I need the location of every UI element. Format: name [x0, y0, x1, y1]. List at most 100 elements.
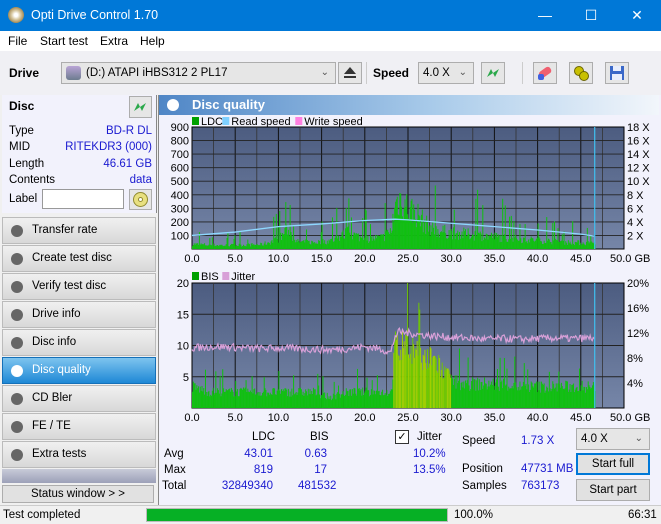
data-bar — [258, 244, 260, 249]
data-bar — [223, 388, 225, 408]
nav-fe-te[interactable]: FE / TE — [2, 413, 156, 440]
data-bar — [561, 234, 563, 249]
data-bar — [193, 383, 195, 408]
data-bar — [512, 241, 514, 249]
data-bar — [433, 355, 435, 408]
max-jitter: 13.5% — [413, 464, 446, 476]
start-full-button[interactable]: Start full — [576, 453, 650, 475]
close-button[interactable]: ✕ — [614, 0, 660, 31]
data-bar — [361, 237, 363, 249]
data-bar — [259, 392, 261, 408]
data-bar — [515, 382, 517, 408]
data-bar — [229, 388, 231, 408]
data-bar — [446, 238, 448, 249]
data-bar — [307, 240, 309, 249]
data-bar — [242, 389, 244, 408]
data-bar — [379, 235, 381, 249]
menu-help[interactable]: Help — [140, 34, 165, 48]
data-bar — [382, 389, 384, 408]
nav-cd-bler[interactable]: CD Bler — [2, 385, 156, 412]
label-input[interactable] — [42, 189, 124, 209]
start-part-button[interactable]: Start part — [576, 479, 650, 501]
data-bar — [550, 391, 552, 408]
data-bar — [230, 391, 232, 408]
data-bar — [452, 227, 454, 249]
jitter-checkbox[interactable]: ✓ — [395, 430, 409, 444]
data-bar — [226, 237, 228, 249]
data-bar — [530, 381, 532, 408]
data-bar — [208, 390, 210, 408]
data-bar — [463, 381, 465, 408]
x-tick-label: 0.0 — [184, 412, 199, 424]
drive-select[interactable]: (D:) ATAPI iHBS312 2 PL17 ⌄ — [61, 62, 336, 84]
data-bar — [270, 394, 272, 408]
data-bar — [518, 240, 520, 249]
data-bar — [516, 390, 518, 408]
nav-label: Verify test disc — [32, 280, 107, 292]
data-bar — [318, 385, 320, 408]
menu-file[interactable]: File — [8, 34, 27, 48]
data-bar — [374, 390, 376, 408]
data-bar — [366, 377, 368, 408]
data-bar — [480, 381, 482, 408]
data-bar — [449, 373, 451, 408]
data-bar — [563, 389, 565, 408]
data-bar — [345, 207, 347, 249]
nav-extra-tests[interactable]: Extra tests — [2, 441, 156, 468]
nav-verify-test-disc[interactable]: Verify test disc — [2, 273, 156, 300]
eject-button[interactable] — [338, 62, 362, 84]
save-button[interactable] — [605, 62, 629, 84]
data-bar — [382, 233, 384, 249]
data-bar — [476, 235, 478, 249]
x-tick-label: 10.0 — [268, 253, 289, 265]
disc-quality-icon — [167, 99, 179, 111]
nav-transfer-rate[interactable]: Transfer rate — [2, 217, 156, 244]
data-bar — [227, 390, 229, 408]
data-bar — [299, 242, 301, 249]
data-bar — [531, 238, 533, 249]
data-bar — [343, 238, 345, 249]
data-bar — [532, 386, 534, 408]
data-bar — [271, 239, 273, 249]
menu-extra[interactable]: Extra — [100, 34, 128, 48]
data-bar — [317, 373, 319, 408]
data-bar — [269, 392, 271, 408]
nav-create-test-disc[interactable]: Create test disc — [2, 245, 156, 272]
disc-quality-icon — [11, 365, 23, 377]
data-bar — [268, 242, 270, 249]
nav-disc-quality[interactable]: Disc quality — [2, 357, 156, 384]
nav-drive-info[interactable]: Drive info — [2, 301, 156, 328]
data-bar — [306, 391, 308, 408]
data-bar — [454, 375, 456, 408]
refresh-button[interactable] — [481, 62, 505, 84]
data-bar — [297, 392, 299, 408]
data-bar — [367, 235, 369, 249]
disc-mid-row: MID RITEKDR3 (000) — [9, 141, 152, 153]
erase-button[interactable] — [533, 62, 557, 84]
status-window-button[interactable]: Status window > > — [2, 485, 154, 503]
data-bar — [401, 216, 403, 249]
data-bar — [376, 238, 378, 249]
menu-start-test[interactable]: Start test — [40, 34, 88, 48]
data-bar — [221, 393, 223, 408]
data-bar — [490, 232, 492, 249]
data-bar — [529, 389, 531, 408]
test-speed-select[interactable]: 4.0 X ⌄ — [576, 428, 650, 450]
data-bar — [238, 396, 240, 408]
data-bar — [364, 209, 366, 249]
label-apply-button[interactable] — [129, 189, 152, 210]
data-bar — [325, 244, 327, 249]
speed-select[interactable]: 4.0 X ⌄ — [418, 62, 474, 84]
disc-refresh-button[interactable] — [129, 96, 152, 118]
nav-disc-info[interactable]: Disc info — [2, 329, 156, 356]
minimize-button[interactable]: — — [522, 0, 568, 31]
data-bar — [458, 239, 460, 249]
nav-label: Extra tests — [32, 448, 87, 460]
data-bar — [517, 240, 519, 249]
settings-button[interactable] — [569, 62, 593, 84]
maximize-button[interactable]: ☐ — [568, 0, 614, 31]
data-bar — [375, 234, 377, 249]
y-tick-label: 20 — [177, 278, 189, 290]
data-bar — [487, 239, 489, 249]
data-bar — [314, 243, 316, 249]
